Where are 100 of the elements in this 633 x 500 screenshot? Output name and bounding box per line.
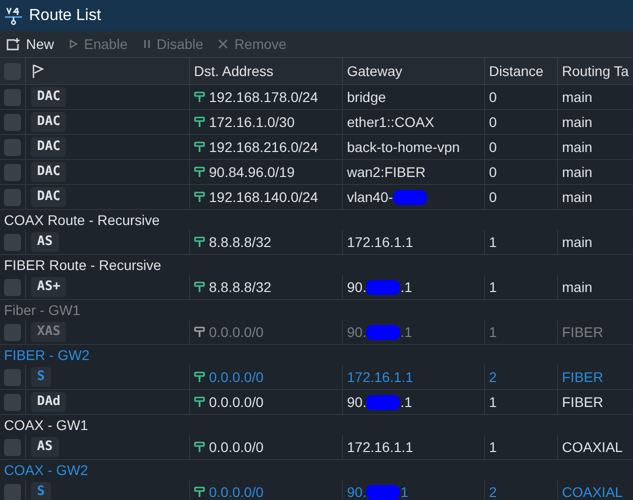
table-cell-text: 1 <box>400 482 408 500</box>
table-cell-text: main <box>562 188 592 206</box>
flags-badge: S <box>31 482 51 500</box>
row-checkbox[interactable] <box>4 138 21 156</box>
flags-badge: AS <box>31 437 59 457</box>
pause-icon <box>142 39 151 49</box>
route-icon <box>194 116 205 128</box>
flags-badge: DAC <box>31 137 66 157</box>
route-comment: FIBER - GW2 <box>4 346 90 364</box>
table-cell-text: 0 <box>489 162 497 182</box>
table-cell-text: 0.0.0.0/0 <box>209 368 264 386</box>
route-comment: COAX - GW2 <box>4 460 88 480</box>
table-cell-text: 90.84.96.0/19 <box>209 162 295 182</box>
route-comment: FIBER Route - Recursive <box>4 256 162 274</box>
table-cell-text: .1 <box>400 322 412 342</box>
table-cell-text: 2 <box>489 482 497 500</box>
table-cell-text: bridge <box>347 88 386 107</box>
table-cell-text: back-to-home-vpn <box>347 138 460 157</box>
table-cell-text: 0.0.0.0/0 <box>209 438 264 456</box>
route-icon <box>194 486 205 498</box>
table-cell-text: 0 <box>489 188 497 206</box>
route-comment: Fiber - GW1 <box>4 300 80 320</box>
flags-badge: AS <box>31 232 59 252</box>
table-cell-text: 0.0.0.0/0 <box>209 482 264 500</box>
row-checkbox[interactable] <box>4 278 21 296</box>
table-cell-text: 90. <box>347 482 366 500</box>
route-icon <box>194 91 205 103</box>
new-button[interactable]: New <box>6 34 54 54</box>
column-header[interactable]: Gateway <box>347 60 402 82</box>
row-checkbox[interactable] <box>4 114 21 130</box>
flags-badge: DAC <box>31 162 66 182</box>
table-cell-text: 192.168.140.0/24 <box>209 188 318 206</box>
column-header[interactable]: Routing Ta <box>562 60 629 82</box>
route-icon <box>194 441 205 453</box>
flags-badge: AS+ <box>31 277 66 297</box>
table-cell-text: ether1::COAX <box>347 112 434 132</box>
table-cell-text: 1 <box>489 392 497 412</box>
table-cell-text: 172.16.1.1 <box>347 368 414 386</box>
table-cell-text: wan2:FIBER <box>347 162 426 182</box>
table-cell-text: 0.0.0.0/0 <box>209 322 264 342</box>
table-cell-text: 192.168.216.0/24 <box>209 138 318 156</box>
window-title: Route List <box>29 6 102 26</box>
table-cell-text: 0 <box>489 88 497 106</box>
row-checkbox[interactable] <box>4 438 21 456</box>
table-cell-text: COAXIAL <box>562 438 623 456</box>
table-cell-text: 90. <box>347 278 366 296</box>
table-cell-text: 8.8.8.8/32 <box>209 278 272 296</box>
row-checkbox[interactable] <box>4 484 21 500</box>
close-icon <box>218 39 228 49</box>
column-header[interactable]: Distance <box>489 60 544 82</box>
route-icon <box>194 236 205 248</box>
route-icon <box>194 166 205 178</box>
route-icon <box>194 371 205 383</box>
row-checkbox[interactable] <box>4 368 21 386</box>
flags-badge: DAC <box>31 187 66 207</box>
table-cell-text: 1 <box>489 438 497 456</box>
table-cell-text: 0.0.0.0/0 <box>209 392 264 412</box>
flag-icon <box>32 64 44 78</box>
table-cell-text: 1 <box>489 232 497 252</box>
table-cell-text: 90. <box>347 322 366 342</box>
table-cell-text: COAXIAL <box>562 482 623 500</box>
table-cell-text: .1 <box>400 392 412 412</box>
flags-badge: DAC <box>31 87 66 107</box>
table-cell-text: 1 <box>489 322 497 342</box>
table-cell-text: FIBER <box>562 322 604 342</box>
table-cell-text: main <box>562 88 592 106</box>
new-icon <box>6 38 20 50</box>
table-cell-text: main <box>562 138 592 156</box>
route-icon <box>194 141 205 153</box>
table-cell-text: vlan40- <box>347 188 393 206</box>
row-checkbox[interactable] <box>4 88 21 106</box>
table-cell-text: 192.168.178.0/24 <box>209 88 318 106</box>
table-cell-text: FIBER <box>562 392 604 412</box>
table-cell-text: 2 <box>489 368 497 386</box>
table-cell-text: 172.16.1.1 <box>347 438 414 456</box>
routing-logo-icon <box>5 6 22 26</box>
table-cell-text: main <box>562 112 592 132</box>
route-comment: COAX - GW1 <box>4 416 88 434</box>
flags-badge: DAd <box>31 392 66 412</box>
flags-badge: S <box>31 367 51 387</box>
route-icon <box>194 396 205 408</box>
table-cell-text: FIBER <box>562 368 604 386</box>
table-cell-text: main <box>562 278 592 296</box>
table-cell-text: main <box>562 232 592 252</box>
table-cell-text: 90. <box>347 392 366 412</box>
row-checkbox[interactable] <box>4 234 21 250</box>
table-cell-text: 1 <box>489 278 497 296</box>
table-cell-text: 8.8.8.8/32 <box>209 232 272 252</box>
route-icon <box>194 281 205 293</box>
row-checkbox[interactable] <box>4 394 21 410</box>
flags-badge: DAC <box>31 112 66 132</box>
row-checkbox[interactable] <box>4 164 21 180</box>
row-checkbox[interactable] <box>4 188 21 206</box>
table-cell-text: 172.16.1.1 <box>347 232 414 252</box>
play-icon <box>69 39 78 49</box>
table-cell-text: 0 <box>489 138 497 156</box>
table-cell-text: 172.16.1.0/30 <box>209 112 295 132</box>
column-header[interactable]: Dst. Address <box>194 60 274 82</box>
route-comment: COAX Route - Recursive <box>4 210 160 230</box>
route-icon <box>194 326 205 338</box>
